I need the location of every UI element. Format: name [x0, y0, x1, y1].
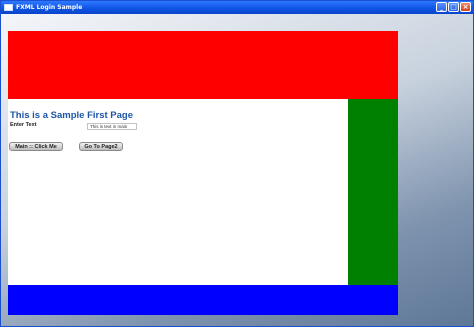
maximize-button[interactable]: □ [448, 2, 459, 12]
window-background: This is a Sample First Page Enter Text M… [1, 14, 473, 326]
text-input[interactable] [87, 123, 137, 130]
main-click-me-button[interactable]: Main :: Click Me [9, 142, 63, 151]
minimize-button[interactable]: _ [436, 2, 447, 12]
app-icon [4, 4, 13, 11]
close-button[interactable]: × [460, 2, 471, 12]
top-red-panel [8, 31, 398, 99]
window-title: FXML Login Sample [16, 4, 83, 11]
go-to-page2-button[interactable]: Go To Page2 [79, 142, 123, 151]
title-bar[interactable]: FXML Login Sample _ □ × [1, 1, 473, 14]
content-stage: This is a Sample First Page Enter Text M… [8, 31, 398, 315]
page-title: This is a Sample First Page [10, 110, 134, 121]
bottom-blue-panel [8, 285, 398, 315]
app-window: FXML Login Sample _ □ × This is a Sample… [0, 0, 474, 327]
right-green-panel [348, 99, 398, 285]
enter-text-label: Enter Text [10, 122, 37, 128]
window-controls: _ □ × [436, 2, 471, 12]
